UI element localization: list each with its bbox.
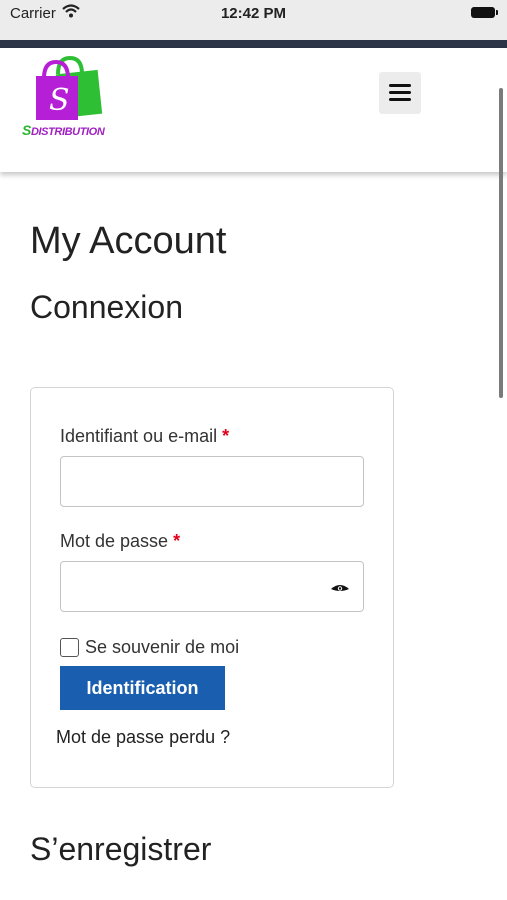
required-marker: * — [173, 531, 181, 551]
register-section-title: S’enregistrer — [30, 831, 212, 867]
remember-me-checkbox[interactable] — [60, 637, 79, 657]
required-marker: * — [222, 426, 230, 446]
logo-wordmark-text: DISTRIBUTION — [30, 126, 105, 138]
remember-me-row[interactable]: Se souvenir de moi — [60, 636, 239, 658]
logo-bag-letter: S — [49, 83, 70, 118]
username-input[interactable] — [60, 456, 364, 507]
page-title: My Account — [30, 220, 227, 262]
site-logo[interactable]: S SDISTRIBUTION — [22, 54, 118, 138]
battery-icon — [471, 7, 498, 18]
status-time: 12:42 PM — [220, 5, 287, 22]
menu-button[interactable] — [379, 72, 421, 114]
remember-me-label[interactable]: Se souvenir de moi — [85, 637, 239, 658]
header-top-strip — [0, 40, 507, 48]
password-label: Mot de passe * — [60, 531, 181, 551]
logo-wordmark: SDISTRIBUTION — [22, 122, 105, 138]
logo-wordmark-initial: S — [22, 122, 31, 138]
login-section-title: Connexion — [30, 289, 183, 325]
password-input[interactable] — [60, 561, 364, 612]
eye-icon[interactable] — [330, 582, 350, 600]
login-submit-button[interactable]: Identification — [60, 666, 225, 710]
status-bar: Carrier 12:42 PM — [0, 0, 507, 40]
page-scrollbar[interactable] — [499, 88, 503, 398]
site-header: S SDISTRIBUTION — [0, 48, 507, 172]
username-label: Identifiant ou e-mail * — [60, 426, 230, 446]
login-form: Identifiant ou e-mail * Mot de passe * S… — [30, 387, 394, 788]
lost-password-link[interactable]: Mot de passe perdu ? — [56, 727, 230, 748]
shopping-bag-logo-icon: S — [36, 55, 103, 120]
